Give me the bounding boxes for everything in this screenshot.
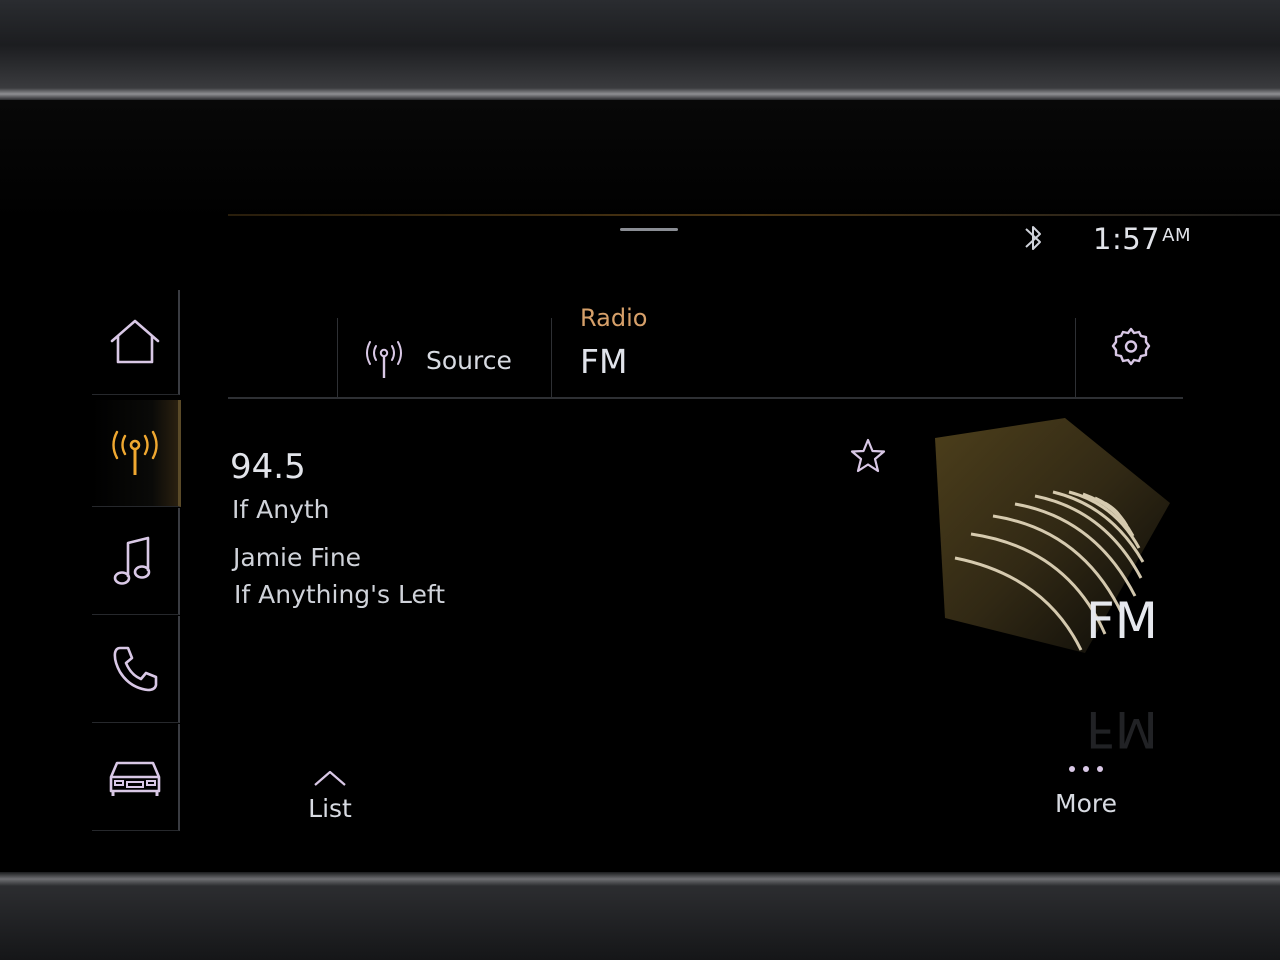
- header-divider: [228, 397, 1183, 399]
- track-title: If Anything's Left: [234, 580, 446, 609]
- more-label: More: [1055, 789, 1117, 818]
- pull-down-handle[interactable]: [620, 228, 678, 231]
- fm-artwork: [935, 418, 1170, 653]
- artwork-band-reflection: FM: [1086, 700, 1158, 758]
- nav-item-media[interactable]: [92, 508, 180, 615]
- clock-ampm: AM: [1162, 225, 1191, 246]
- phone-icon: [113, 646, 158, 692]
- chevron-up-icon: [314, 770, 346, 786]
- radio-antenna-icon: [112, 430, 158, 475]
- side-navigation: [92, 290, 192, 831]
- bezel-top: [0, 0, 1280, 100]
- station-ps-name: If Anyth: [232, 495, 330, 524]
- bluetooth-icon: [1025, 226, 1041, 250]
- nav-item-car[interactable]: [92, 724, 180, 831]
- more-button[interactable]: More: [1046, 760, 1126, 830]
- nav-item-home[interactable]: [92, 290, 180, 395]
- bezel-bottom: [0, 872, 1280, 960]
- page-subtitle: FM: [580, 342, 628, 381]
- radio-antenna-icon: [366, 341, 402, 378]
- infotainment-screen: 1:57 AM Source Radio FM 94.5 If Anyth Ja…: [0, 100, 1280, 872]
- gear-icon[interactable]: [1108, 324, 1154, 370]
- clock-time: 1:57: [1093, 222, 1161, 256]
- list-button[interactable]: List: [300, 768, 360, 838]
- car-icon: [109, 761, 161, 796]
- music-note-icon: [113, 536, 151, 585]
- artwork-band-label: FM: [1086, 592, 1158, 650]
- source-button[interactable]: Source: [340, 324, 550, 396]
- more-dots-icon: [1069, 766, 1103, 772]
- status-bar-line: [228, 214, 1280, 216]
- nav-item-phone[interactable]: [92, 616, 180, 723]
- source-label: Source: [426, 345, 512, 375]
- favorite-star-icon[interactable]: [848, 436, 888, 476]
- clock: 1:57 AM: [1093, 222, 1191, 256]
- page-title: Radio: [580, 304, 648, 332]
- home-icon: [110, 319, 160, 364]
- station-frequency: 94.5: [230, 447, 306, 487]
- nav-item-radio[interactable]: [92, 400, 181, 507]
- track-artist: Jamie Fine: [233, 543, 362, 572]
- list-label: List: [308, 794, 352, 823]
